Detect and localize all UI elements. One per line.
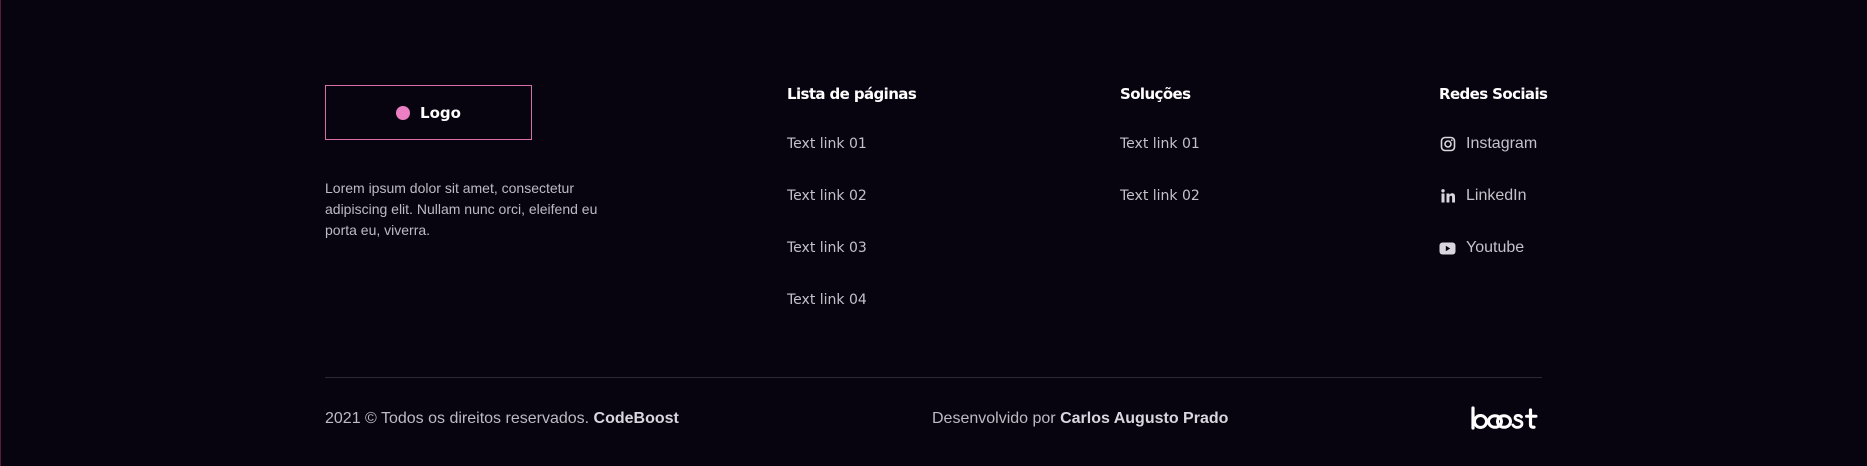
pages-column: Lista de páginas Text link 01 Text link …: [787, 84, 917, 342]
youtube-label: Youtube: [1466, 239, 1525, 256]
pages-link-02[interactable]: Text link 02: [787, 186, 867, 206]
site-footer: Logo Lorem ipsum dolor sit amet, consect…: [0, 0, 1867, 466]
instagram-icon: [1439, 136, 1456, 153]
pages-link-list: Text link 01 Text link 02 Text link 03 T…: [787, 134, 916, 342]
company-name: CodeBoost: [593, 410, 679, 427]
social-column: Redes Sociais Instagram LinkedIn Youtube: [1439, 84, 1548, 290]
linkedin-label: LinkedIn: [1466, 187, 1527, 204]
pages-link-01[interactable]: Text link 01: [787, 134, 867, 154]
logo-placeholder[interactable]: Logo: [325, 85, 532, 140]
youtube-icon: [1439, 240, 1456, 257]
social-link-list: Instagram LinkedIn Youtube: [1439, 134, 1547, 290]
logo-label: Logo: [420, 103, 461, 122]
copyright-prefix: 2021 © Todos os direitos reservados.: [325, 410, 590, 427]
copyright-text: 2021 © Todos os direitos reservados. Cod…: [325, 408, 679, 430]
solutions-link-list: Text link 01 Text link 02: [1120, 134, 1200, 238]
solutions-column-title: Soluções: [1120, 85, 1191, 103]
pages-column-title: Lista de páginas: [787, 85, 917, 103]
pages-link-03[interactable]: Text link 03: [787, 238, 867, 258]
social-column-title: Redes Sociais: [1439, 85, 1548, 103]
logo-dot-icon: [396, 105, 411, 120]
solutions-link-02[interactable]: Text link 02: [1120, 186, 1200, 206]
instagram-label: Instagram: [1466, 135, 1538, 152]
footer-description: Lorem ipsum dolor sit amet, consectetur …: [325, 180, 598, 238]
developer-credit: Desenvolvido por Carlos Augusto Prado: [932, 408, 1228, 430]
linkedin-icon: [1439, 188, 1456, 205]
youtube-link[interactable]: Youtube: [1439, 238, 1547, 258]
developer-name: Carlos Augusto Prado: [1060, 410, 1229, 427]
instagram-link[interactable]: Instagram: [1439, 134, 1547, 154]
footer-divider: [325, 377, 1542, 378]
solutions-column: Soluções Text link 01 Text link 02: [1120, 84, 1200, 238]
pages-link-04[interactable]: Text link 04: [787, 290, 867, 310]
solutions-link-01[interactable]: Text link 01: [1120, 134, 1200, 154]
boost-logo[interactable]: boost: [1471, 406, 1543, 432]
developer-prefix: Desenvolvido por: [932, 410, 1056, 427]
linkedin-link[interactable]: LinkedIn: [1439, 186, 1547, 206]
